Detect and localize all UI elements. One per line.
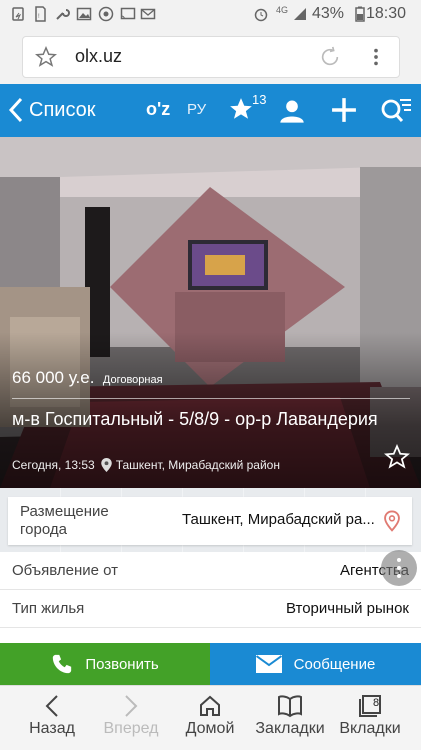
alarm-icon [254,8,268,22]
notification-icon [12,7,24,21]
detail-label: Тип жилья [12,600,85,617]
city-card[interactable]: Размещение города Ташкент, Мирабадский р… [8,497,412,545]
contact-actions: Позвонить Сообщение [0,643,421,685]
listing-title: м-в Госпитальный - 5/8/9 - ор-р Лавандер… [12,409,378,429]
listing-photo[interactable]: 66 000 у.е. Договорная м-в Госпитальный … [0,137,421,488]
network-type: 4G [276,5,289,15]
nav-back-label: Назад [29,720,75,737]
cast-icon [120,7,136,20]
nav-tabs-button[interactable]: 8 Вкладки [328,686,412,751]
price-divider [12,398,410,399]
refresh-icon[interactable] [319,46,341,68]
back-to-list-button[interactable]: Список [8,96,96,124]
location-pin-icon [100,458,112,472]
tabs-count: 8 [373,697,380,709]
more-menu-icon[interactable] [371,46,381,68]
add-icon[interactable] [331,97,357,123]
star-icon [230,98,252,119]
favorite-star-icon[interactable] [384,444,410,470]
message-label: Сообщение [293,655,376,673]
detail-value: Вторичный рынок [285,600,409,617]
nav-bookmarks-label: Закладки [255,720,325,737]
favorites-button[interactable]: 13 [228,92,272,128]
call-button[interactable]: Позвонить [0,643,210,685]
envelope-icon [255,655,282,673]
listing-details: Размещение города Ташкент, Мирабадский р… [0,488,421,643]
listing-meta: Сегодня, 13:53 Ташкент, Мирабадский райо… [12,458,280,472]
listing-date: Сегодня, 13:53 [12,458,95,472]
browser-bottom-nav: Назад Вперед Домой Закладки 8 Вкладки [0,685,421,750]
floating-menu-button[interactable] [381,550,417,586]
lang-uz-button[interactable]: O'Z [146,99,170,120]
image-icon [76,7,92,21]
chrome-icon [98,6,114,22]
book-icon [278,695,302,718]
clock: 18:30 [366,5,407,22]
city-label: Размещение города [20,503,109,538]
nav-bookmarks-button[interactable]: Закладки [248,686,332,751]
details-table: Объявление от Агентства Тип жилья Вторич… [0,552,421,643]
star-bookmark-icon[interactable] [35,46,57,68]
detail-row: Тип жилья Вторичный рынок [0,590,421,628]
signal-icon [294,8,306,20]
mail-icon [140,8,156,20]
phone-icon [53,654,72,674]
call-label: Позвонить [85,655,159,673]
user-icon[interactable] [278,97,306,125]
more-vertical-icon [397,558,401,578]
nav-forward-button[interactable]: Вперед [89,686,173,751]
arrow-right-icon [125,695,138,717]
nav-home-label: Домой [185,720,235,737]
nav-tabs-label: Вкладки [339,720,401,737]
battery-percent: 43% [312,5,345,22]
nav-forward-label: Вперед [103,720,159,737]
app-header: Список O'Z РУ 13 [0,84,421,137]
price-note: Договорная [102,374,163,386]
back-label: Список [29,98,96,121]
svg-text:!: ! [38,14,40,20]
favorites-count: 13 [252,92,267,107]
listing-location: Ташкент, Мирабадский район [115,458,280,472]
lang-ru-button[interactable]: РУ [187,101,206,118]
arrow-left-icon [45,695,58,717]
wrench-icon [56,9,70,20]
address-bar[interactable]: olx.uz [22,36,400,78]
detail-label: Объявление от [12,562,119,579]
url-text[interactable]: olx.uz [75,46,122,67]
nav-back-button[interactable]: Назад [10,686,94,751]
map-pin-icon[interactable] [384,510,400,532]
city-value: Ташкент, Мирабадский ра... [182,511,375,528]
nav-home-button[interactable]: Домой [168,686,252,751]
home-icon [200,695,220,716]
search-filter-icon[interactable] [380,96,412,126]
detail-row: Объявление от Агентства [0,552,421,590]
price: 66 000 у.е. [12,368,95,387]
message-button[interactable]: Сообщение [210,643,421,685]
chevron-left-icon [8,97,23,123]
price-block: 66 000 у.е. Договорная [12,368,163,388]
sd-card-icon: ! [35,6,46,22]
status-bar: ! 4G 43% 18:30 [0,0,421,28]
